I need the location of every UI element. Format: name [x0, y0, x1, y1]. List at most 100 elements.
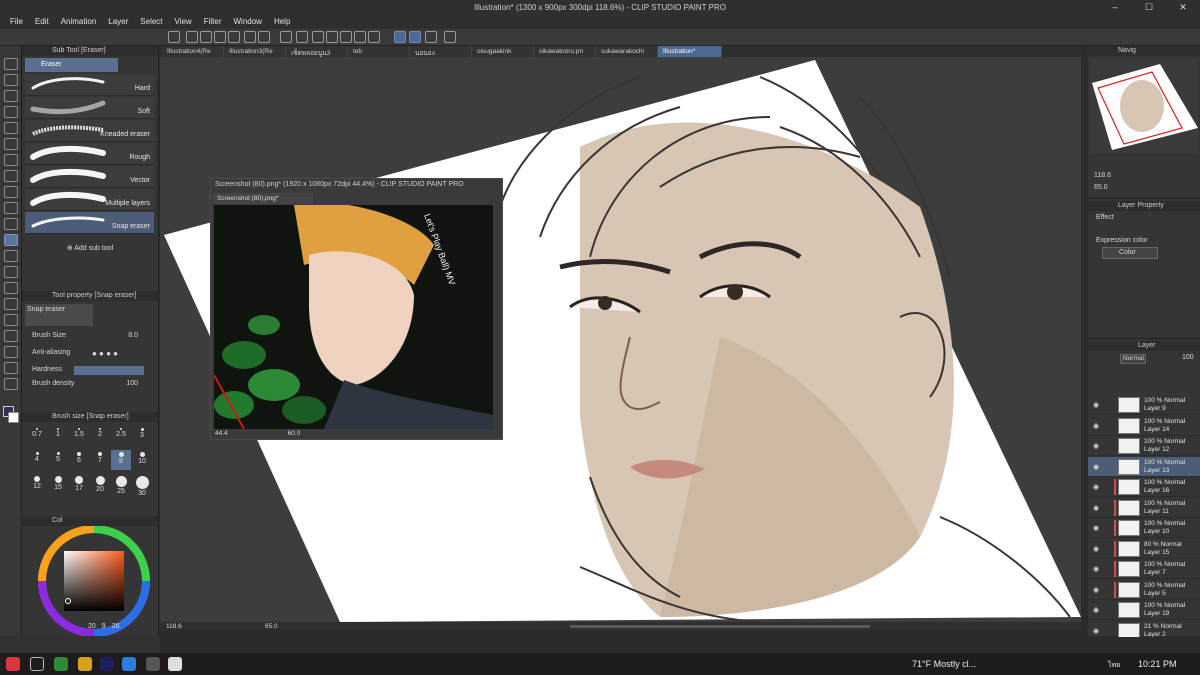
tab-sukawarakochi[interactable]: sukawarakochi [596, 46, 658, 57]
app-icon[interactable] [146, 657, 160, 671]
size-20[interactable]: 20 [90, 474, 110, 494]
density-row[interactable]: Brush density 100 [32, 380, 154, 391]
undo-icon[interactable] [244, 31, 256, 43]
layer-row[interactable]: ◉ 100 % Normal Layer 12 [1088, 436, 1200, 456]
snap-grid-icon[interactable] [425, 31, 437, 43]
gradient-icon[interactable] [4, 282, 18, 294]
edge-icon[interactable] [122, 657, 136, 671]
size-2[interactable]: 2 [90, 426, 110, 446]
transform-icon[interactable] [296, 31, 308, 43]
subtool-group-eraser[interactable]: Eraser [25, 58, 118, 72]
nav-zoom[interactable]: 118.6 [1094, 172, 1111, 179]
size-1[interactable]: 1 [48, 426, 68, 446]
layer-row[interactable]: ◉ 21 % Normal Layer 2 [1088, 621, 1200, 637]
menu-layer[interactable]: Layer [102, 15, 134, 29]
file-explorer-icon[interactable] [78, 657, 92, 671]
premiere-icon[interactable] [100, 657, 114, 671]
menu-file[interactable]: File [4, 15, 29, 29]
size-4[interactable]: 4 [27, 450, 47, 470]
layer-row[interactable]: ◉ 80 % Normal Layer 15 [1088, 539, 1200, 559]
brush-vector[interactable]: Vector [25, 166, 154, 188]
pencil-icon[interactable] [4, 170, 18, 182]
search-icon[interactable] [30, 657, 44, 671]
redo-icon[interactable] [258, 31, 270, 43]
minimize-button[interactable]: – [1098, 0, 1132, 15]
decoration-icon[interactable] [4, 218, 18, 230]
layer-row[interactable]: ◉ 100 % Normal Layer 5 [1088, 580, 1200, 600]
menu-select[interactable]: Select [134, 15, 168, 29]
size-30[interactable]: 30 [132, 474, 152, 497]
brush-snap-eraser[interactable]: Snap eraser [25, 212, 154, 234]
brush-rough[interactable]: Rough [25, 143, 154, 165]
tab-thai-2[interactable]: นอนอง [410, 46, 472, 57]
text-icon[interactable] [4, 346, 18, 358]
select-all-icon[interactable] [340, 31, 352, 43]
nav-angle[interactable]: 65.0 [1094, 184, 1108, 191]
menu-view[interactable]: View [169, 15, 198, 29]
language-indicator[interactable]: ไทย [1108, 660, 1120, 671]
brush-multiple-layers[interactable]: Multiple layers [25, 189, 154, 211]
new-file-icon[interactable] [168, 31, 180, 43]
size-7[interactable]: 7 [90, 450, 110, 470]
eye-icon[interactable]: ◉ [1093, 545, 1100, 553]
horizontal-scrollbar[interactable] [570, 625, 870, 628]
size-0.7[interactable]: 0.7 [27, 426, 47, 446]
layer-row[interactable]: ◉ 100 % Normal Layer 10 [1088, 518, 1200, 538]
eye-icon[interactable]: ◉ [1093, 422, 1100, 430]
tab-oisugaakink[interactable]: oisugaakink [472, 46, 534, 57]
eye-icon[interactable]: ◉ [1093, 463, 1100, 471]
size-10[interactable]: 10 [132, 450, 152, 470]
menu-edit[interactable]: Edit [29, 15, 55, 29]
fill-bucket-icon[interactable] [4, 266, 18, 278]
layer-row[interactable]: ◉ 100 % Normal Layer 14 [1088, 416, 1200, 436]
size-6[interactable]: 6 [69, 450, 89, 470]
size-2.5[interactable]: 2.5 [111, 426, 131, 446]
eye-icon[interactable]: ◉ [1093, 483, 1100, 491]
magic-wand-icon[interactable] [4, 138, 18, 150]
hand-icon[interactable] [4, 74, 18, 86]
canvas-angle[interactable]: 65.0 [265, 623, 278, 630]
tab-thai-1[interactable]: เซ็ตพลอยนูน3 [286, 46, 348, 57]
size-15[interactable]: 15 [48, 474, 68, 494]
snap-ruler-icon[interactable] [394, 31, 406, 43]
clear-icon[interactable] [280, 31, 292, 43]
layer-row[interactable]: ◉ 100 % Normal Layer 16 [1088, 477, 1200, 497]
tab-illustration3[interactable]: Illustration3(Re [224, 46, 286, 57]
canvas-zoom[interactable]: 118.6 [166, 623, 182, 630]
eye-icon[interactable]: ◉ [1093, 606, 1100, 614]
move-icon[interactable] [4, 106, 18, 118]
menu-help[interactable]: Help [268, 15, 296, 29]
correct-line-icon[interactable] [4, 378, 18, 390]
brush-hard[interactable]: Hard [25, 74, 154, 96]
zoom-icon[interactable] [4, 58, 18, 70]
density-value[interactable]: 100 [126, 380, 138, 387]
assets-icon[interactable] [444, 31, 456, 43]
eye-icon[interactable]: ◉ [1093, 586, 1100, 594]
antialias-row[interactable]: Anti-aliasing ● ● ● ● [32, 349, 154, 360]
hardness-slider[interactable] [74, 366, 144, 375]
brush-icon[interactable] [4, 186, 18, 198]
hardness-row[interactable]: Hardness [32, 366, 154, 377]
invert-icon[interactable] [368, 31, 380, 43]
eye-icon[interactable]: ◉ [1093, 401, 1100, 409]
blend-mode-select[interactable]: Normal [1120, 354, 1146, 364]
eye-icon[interactable]: ◉ [1093, 565, 1100, 573]
brush-size-row[interactable]: Brush Size 8.0 [32, 332, 154, 343]
export-icon[interactable] [214, 31, 226, 43]
tab-oikawatooru[interactable]: oikawatooru.pn [534, 46, 596, 57]
maximize-button[interactable]: ☐ [1132, 0, 1166, 15]
reference-tab[interactable]: Screenshot (80).png* [213, 193, 313, 204]
sub-color-swatch[interactable] [8, 412, 19, 423]
airbrush-icon[interactable] [4, 202, 18, 214]
tab-illustration4[interactable]: Illustration4(Re [162, 46, 224, 57]
antialias-options-icon[interactable]: ● ● ● ● [92, 349, 118, 358]
open-file-icon[interactable] [186, 31, 198, 43]
start-icon[interactable] [6, 657, 20, 671]
layer-row[interactable]: ◉ 100 % Normal Layer 13 [1088, 456, 1200, 477]
eye-icon[interactable]: ◉ [1093, 504, 1100, 512]
add-subtool-button[interactable]: ⊕ Add sub tool [22, 244, 158, 252]
ruler-icon[interactable] [4, 330, 18, 342]
clock[interactable]: 10:21 PM [1138, 659, 1177, 669]
size-3[interactable]: 3 [132, 426, 152, 446]
fill-icon[interactable] [326, 31, 338, 43]
